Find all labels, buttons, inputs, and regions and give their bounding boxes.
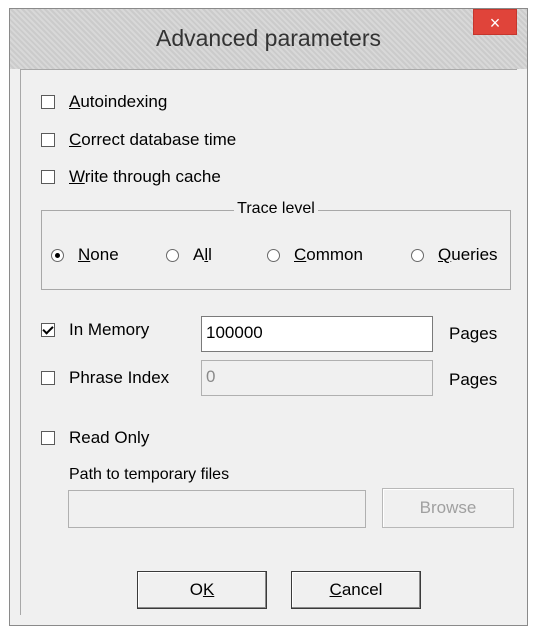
correct-database-time-label: Correct database time — [69, 130, 237, 149]
cancel-button[interactable]: Cancel — [291, 571, 421, 609]
correct-database-time-box[interactable] — [41, 133, 55, 147]
trace-common-radio[interactable]: Common — [267, 245, 363, 265]
trace-all-label: All — [193, 245, 212, 264]
phrase-index-box[interactable] — [41, 371, 55, 385]
close-button[interactable]: × — [473, 9, 517, 35]
browse-button[interactable]: Browse — [382, 488, 514, 528]
read-only-label: Read Only — [69, 428, 150, 447]
trace-all-radio[interactable]: All — [166, 245, 212, 265]
trace-level-title: Trace level — [234, 200, 318, 217]
phrase-index-checkbox[interactable]: Phrase Index — [41, 368, 169, 388]
ok-button[interactable]: OK — [137, 571, 267, 609]
trace-queries-dot[interactable] — [411, 248, 424, 262]
trace-common-dot[interactable] — [267, 248, 280, 262]
in-memory-label: In Memory — [69, 320, 150, 339]
in-memory-pages-unit: Pages — [449, 324, 498, 343]
read-only-checkbox[interactable]: Read Only — [41, 428, 149, 448]
trace-all-dot[interactable] — [166, 248, 179, 262]
title-bar[interactable]: Advanced parameters × — [10, 9, 527, 69]
read-only-box[interactable] — [41, 431, 55, 445]
dialog-body: Autoindexing Correct database time Write… — [20, 69, 517, 615]
correct-database-time-checkbox[interactable]: Correct database time — [41, 130, 236, 150]
trace-queries-label: Queries — [438, 245, 498, 264]
autoindexing-label: Autoindexing — [69, 92, 168, 111]
close-icon: × — [489, 13, 501, 33]
trace-common-label: Common — [294, 245, 363, 264]
phrase-index-label: Phrase Index — [69, 368, 170, 387]
temp-path-input[interactable] — [68, 490, 366, 528]
trace-level-group: Trace level None All Common Queries — [41, 200, 511, 290]
phrase-index-pages-input[interactable]: 0 — [201, 360, 433, 396]
write-through-cache-label: Write through cache — [69, 167, 221, 186]
trace-queries-radio[interactable]: Queries — [411, 245, 498, 265]
write-through-cache-box[interactable] — [41, 170, 55, 184]
write-through-cache-checkbox[interactable]: Write through cache — [41, 167, 221, 187]
advanced-parameters-dialog: Advanced parameters × Autoindexing Corre… — [9, 8, 528, 626]
in-memory-checkbox[interactable]: In Memory — [41, 320, 149, 340]
trace-none-radio[interactable]: None — [51, 245, 119, 265]
in-memory-pages-input[interactable]: 100000 — [201, 316, 433, 352]
autoindexing-checkbox[interactable]: Autoindexing — [41, 92, 167, 112]
trace-none-dot[interactable] — [51, 248, 64, 262]
path-to-temp-files-label: Path to temporary files — [69, 466, 230, 483]
dialog-title: Advanced parameters — [155, 25, 381, 51]
in-memory-box[interactable] — [41, 323, 55, 337]
autoindexing-box[interactable] — [41, 95, 55, 109]
trace-none-label: None — [78, 245, 119, 264]
phrase-index-pages-unit: Pages — [449, 370, 498, 389]
